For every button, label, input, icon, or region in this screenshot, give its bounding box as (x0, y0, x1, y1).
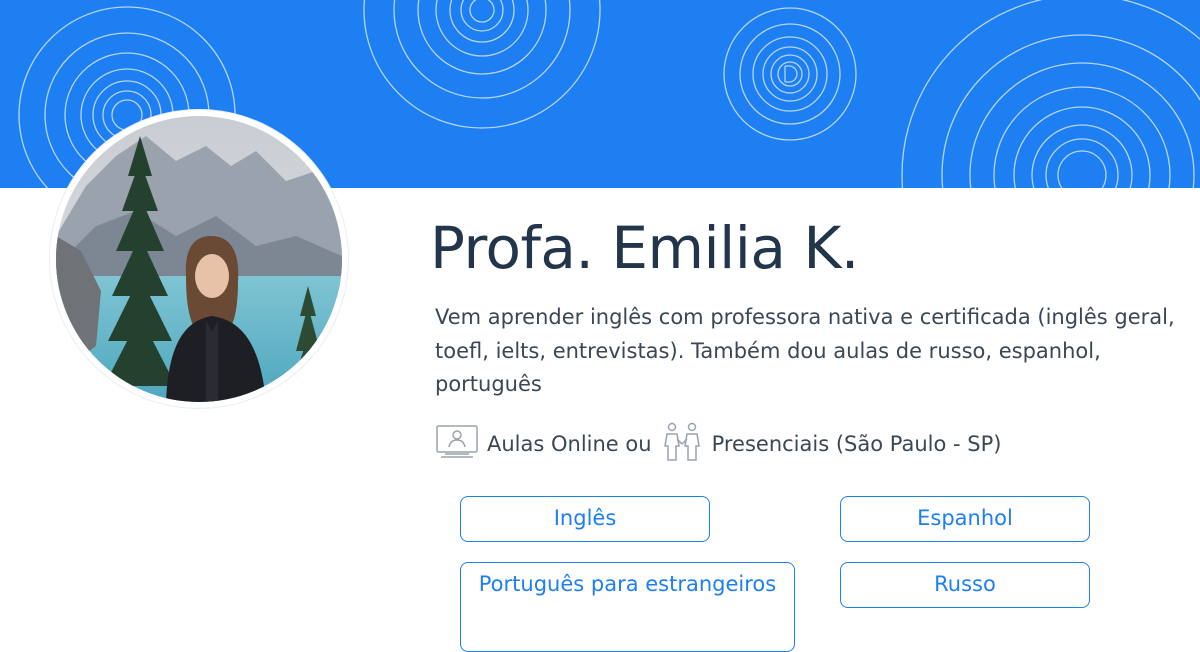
profile-photo-image (56, 116, 342, 402)
two-people-icon (660, 422, 704, 467)
subject-tag-espanhol[interactable]: Espanhol (840, 496, 1090, 542)
teacher-name: Profa. Emilia K. (430, 214, 859, 282)
subject-tag-russo[interactable]: Russo (840, 562, 1090, 608)
lesson-modes: Aulas Online ou Presenciais (São Paulo -… (435, 422, 1009, 467)
subject-tag-label: Português para estrangeiros (478, 572, 777, 596)
subject-tag-portugues-para-estrangeiros[interactable]: Português para estrangeiros (460, 562, 795, 652)
online-lessons-text: Aulas Online ou (487, 432, 652, 456)
subject-tag-ingles[interactable]: Inglês (460, 496, 710, 542)
subject-tag-label: Russo (934, 572, 996, 596)
subject-tag-label: Inglês (553, 506, 617, 530)
profile-description: Vem aprender inglês com professora nativ… (435, 305, 1175, 396)
in-person-lessons-text: Presenciais (São Paulo - SP) (711, 432, 1002, 456)
avatar[interactable] (50, 110, 348, 408)
profile-photo (56, 116, 342, 402)
subject-tag-label: Espanhol (917, 506, 1013, 530)
computer-screen-user-icon (435, 424, 479, 465)
